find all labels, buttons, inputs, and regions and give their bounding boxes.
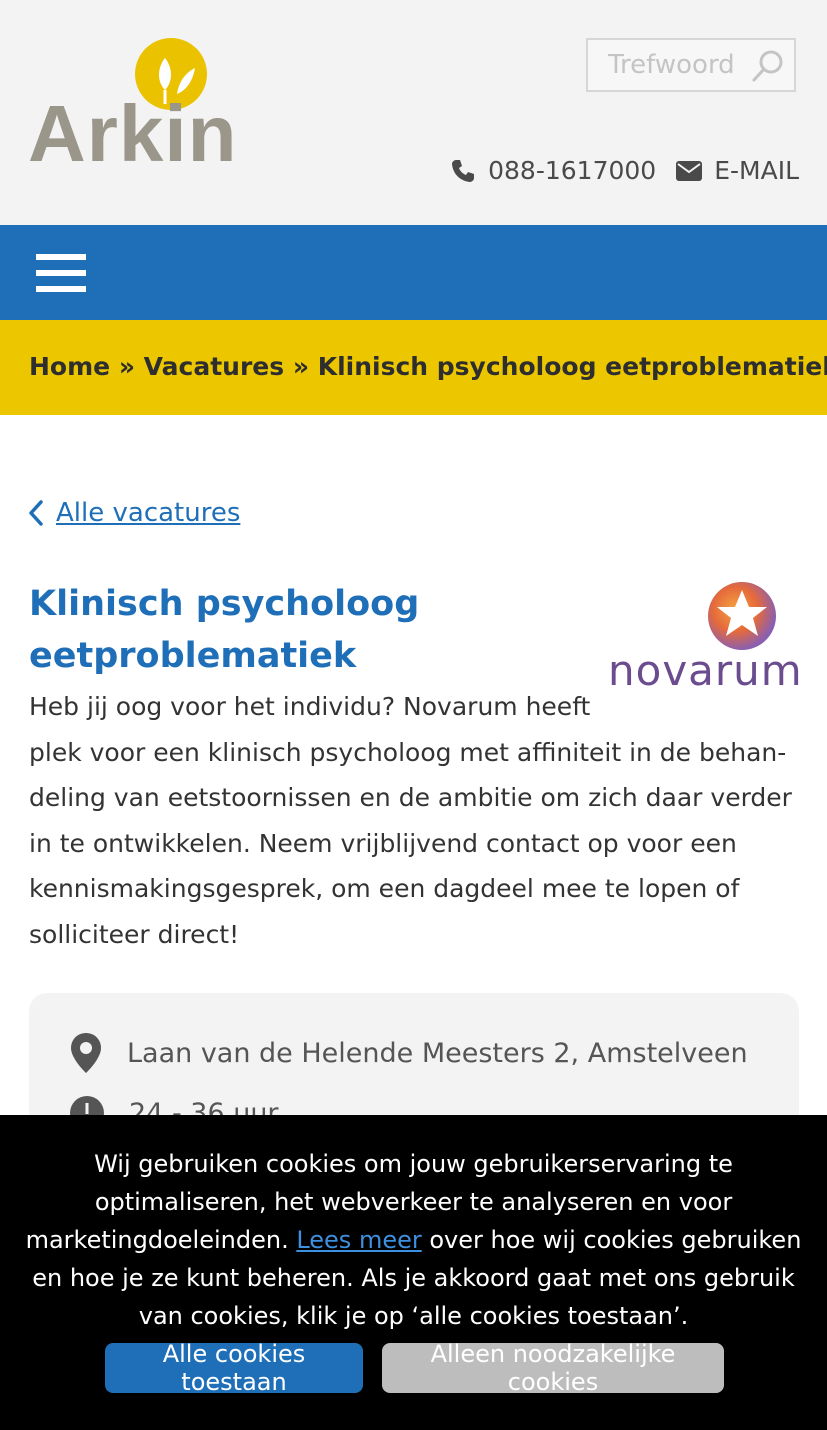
breadcrumb-home[interactable]: Home — [29, 352, 110, 381]
page-title: Klinisch psycholoog eetproblematiek — [29, 584, 420, 676]
breadcrumb-current: Klinisch psycholoog eetproblematiek — [317, 352, 827, 381]
cookie-read-more-link[interactable]: Lees meer — [296, 1226, 421, 1254]
vacancy-intro-text: Heb jij oog voor het individu? Novarum h… — [29, 692, 792, 949]
phone-link[interactable]: 088-1617000 — [450, 156, 656, 185]
contact-bar: 088-1617000 E-MAIL — [430, 156, 799, 185]
hamburger-menu-icon[interactable] — [36, 254, 86, 292]
chevron-left-icon — [29, 500, 43, 526]
back-to-vacatures[interactable]: Alle vacatures — [28, 498, 240, 528]
arkin-logo[interactable]: Arkin — [28, 36, 238, 176]
phone-icon — [452, 159, 475, 182]
location-pin-icon — [71, 1033, 101, 1073]
necessary-cookies-button[interactable]: Alleen noodzakelijke cookies — [382, 1340, 724, 1396]
location-text: Laan van de Helende Meesters 2, Amstelve… — [127, 1037, 748, 1069]
cookie-message: Wij gebruiken cookies om jouw gebruikers… — [18, 1145, 809, 1335]
search-icon[interactable] — [750, 48, 786, 84]
breadcrumb-separator: » — [110, 352, 144, 381]
cookie-banner: Wij gebruiken cookies om jouw gebruikers… — [0, 1115, 827, 1430]
breadcrumb-vacatures[interactable]: Vacatures — [144, 352, 284, 381]
breadcrumb: Home » Vacatures » Klinisch psycholoog e… — [0, 320, 827, 415]
search-input[interactable] — [588, 40, 768, 90]
back-link[interactable]: Alle vacatures — [56, 498, 240, 528]
search-box — [586, 38, 796, 92]
email-label: E-MAIL — [714, 156, 799, 185]
logo-wordmark: Arkin — [28, 89, 238, 178]
vacancy-intro: Heb jij oog voor het individu? Novarum h… — [29, 684, 801, 958]
allow-all-cookies-button[interactable]: Alle cookies toestaan — [105, 1340, 363, 1396]
phone-number: 088-1617000 — [488, 156, 657, 185]
location-row: Laan van de Helende Meesters 2, Amstelve… — [69, 1033, 748, 1073]
breadcrumb-separator: » — [284, 352, 318, 381]
site-header: Arkin 088-1617000 E-MAIL — [0, 0, 827, 225]
main-navbar — [0, 225, 827, 320]
novarum-logo: novarum — [606, 580, 802, 700]
email-link[interactable]: E-MAIL — [676, 156, 799, 185]
envelope-icon — [676, 160, 703, 181]
